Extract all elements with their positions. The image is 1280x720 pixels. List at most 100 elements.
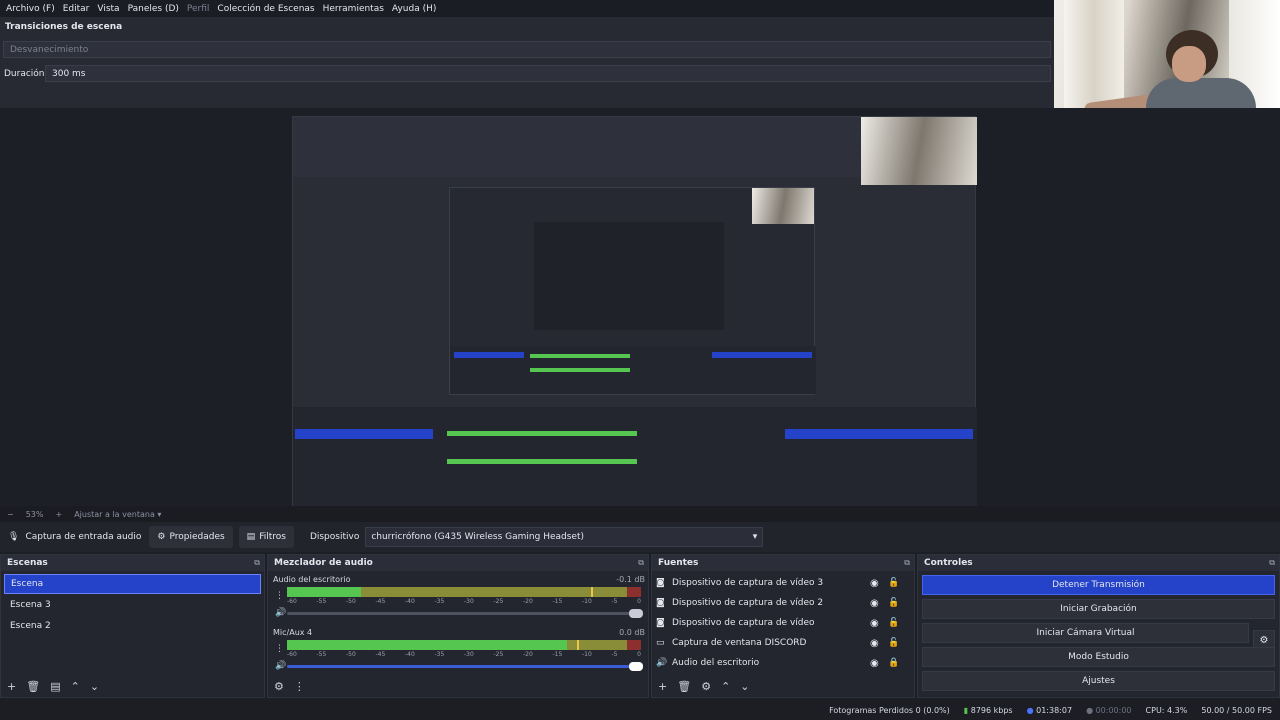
preview-canvas[interactable]: [0, 108, 1280, 508]
meter-tick-label: -15: [552, 651, 563, 658]
menu-view[interactable]: Vista: [93, 4, 123, 14]
stop-stream-button[interactable]: Detener Transmisión: [922, 575, 1275, 595]
more-icon[interactable]: ⋮: [275, 644, 284, 654]
chevron-up-icon[interactable]: ⌃: [71, 680, 80, 693]
lock-icon[interactable]: 🔓: [888, 618, 899, 628]
filter-icon: ▤: [246, 532, 256, 542]
menu-tools[interactable]: Herramientas: [319, 4, 388, 14]
scene-item-label: Escena: [11, 579, 44, 589]
chevron-down-icon[interactable]: ⌄: [90, 680, 99, 693]
undock-icon[interactable]: ⧉: [904, 558, 910, 568]
more-icon[interactable]: ⋮: [275, 591, 284, 601]
selected-source: 🎙 Captura de entrada audio: [0, 532, 149, 542]
start-recording-button[interactable]: Iniciar Grabación: [922, 599, 1275, 619]
scene-item[interactable]: Escena: [4, 574, 261, 594]
menu-help[interactable]: Ayuda (H): [388, 4, 440, 14]
meter-tick-label: -50: [346, 651, 356, 658]
lock-icon[interactable]: 🔓: [888, 578, 899, 588]
eye-icon[interactable]: ◉: [870, 638, 879, 649]
device-select[interactable]: churricrófono (G435 Wireless Gaming Head…: [365, 527, 764, 547]
undock-icon[interactable]: ⧉: [254, 558, 260, 568]
eye-icon[interactable]: ◉: [870, 658, 879, 669]
source-item[interactable]: ◙ Dispositivo de captura de vídeo ◉ 🔓: [652, 613, 914, 633]
live-icon: ●: [1026, 705, 1034, 715]
source-name: Audio del escritorio: [672, 658, 760, 668]
eye-icon[interactable]: ◉: [870, 598, 879, 609]
properties-label: Propiedades: [169, 532, 225, 542]
source-item[interactable]: ◙ Dispositivo de captura de vídeo 2 ◉ 🔓: [652, 593, 914, 613]
filters-label: Filtros: [259, 532, 286, 542]
meter-tick-label: -30: [464, 598, 474, 605]
properties-button[interactable]: ⚙ Propiedades: [149, 526, 233, 548]
meter-tick-label: -60: [287, 651, 297, 658]
add-icon[interactable]: +: [658, 680, 667, 693]
lock-icon[interactable]: 🔓: [888, 598, 899, 608]
controls-header: Controles ⧉: [918, 555, 1279, 571]
scene-item[interactable]: Escena 2: [4, 616, 261, 636]
menu-bar: Archivo (F) Editar Vista Paneles (D) Per…: [0, 0, 1054, 17]
meter-tick-label: 0: [637, 651, 641, 658]
menu-edit[interactable]: Editar: [59, 4, 94, 14]
mixer-toolbar: ⚙ ⋮: [268, 675, 648, 697]
source-item[interactable]: ▭ Captura de ventana DISCORD ◉ 🔓: [652, 633, 914, 653]
more-icon[interactable]: ⋮: [294, 680, 305, 693]
start-virtual-camera-button[interactable]: Iniciar Cámara Virtual: [922, 623, 1249, 643]
trash-icon[interactable]: 🗑: [677, 680, 691, 693]
scene-item-label: Escena 3: [10, 600, 51, 610]
menu-docks[interactable]: Paneles (D): [124, 4, 183, 14]
zoom-out-button[interactable]: −: [7, 510, 14, 519]
transition-select[interactable]: Desvanecimiento: [3, 41, 1051, 58]
trash-icon[interactable]: 🗑: [26, 680, 40, 693]
volume-slider[interactable]: [287, 609, 643, 618]
device-label: Dispositivo: [309, 532, 360, 542]
mixer-header: Mezclador de audio ⧉: [268, 555, 648, 571]
eye-icon[interactable]: ◉: [870, 578, 879, 589]
meter-tick-label: -50: [346, 598, 356, 605]
eye-icon[interactable]: ◉: [870, 618, 879, 629]
advanced-audio-icon[interactable]: ⚙: [274, 680, 284, 693]
duration-input[interactable]: 300 ms: [45, 65, 1051, 82]
chevron-up-icon[interactable]: ⌃: [721, 680, 730, 693]
scenes-toolbar: + 🗑 ▤ ⌃ ⌄: [1, 675, 264, 697]
scene-transitions-panel: Transiciones de escena Desvanecimiento D…: [0, 17, 1054, 108]
menu-scene-collection[interactable]: Colección de Escenas: [213, 4, 318, 14]
source-item[interactable]: 🔊 Audio del escritorio ◉ 🔒: [652, 653, 914, 673]
fit-window-select[interactable]: Ajustar a la ventana ▾: [74, 510, 161, 519]
gear-icon: ⚙: [157, 532, 166, 542]
device-value: churricrófono (G435 Wireless Gaming Head…: [371, 532, 585, 542]
scenes-dock: Escenas ⧉ Escena Escena 3 Escena 2 + 🗑 ▤…: [0, 554, 265, 698]
meter-tick-label: -10: [582, 651, 592, 658]
zoom-in-button[interactable]: +: [55, 510, 62, 519]
speaker-icon[interactable]: 🔊: [275, 608, 286, 618]
mixer-channel-mic: Mic/Aux 4 0.0 dB ⋮ -60 -55 -50 -45 -40 -35 -30…: [273, 628, 645, 678]
meter-tick-label: -45: [375, 651, 386, 658]
filter-icon[interactable]: ▤: [50, 680, 60, 693]
mixer-title: Mezclador de audio: [274, 558, 373, 568]
meter-ticks: -60 -55 -50 -45 -40 -35 -30 -25 -20 -15 -10 -5 0: [287, 598, 641, 606]
scene-item[interactable]: Escena 3: [4, 595, 261, 615]
undock-icon[interactable]: ⧉: [1269, 558, 1275, 568]
chevron-down-icon[interactable]: ⌄: [740, 680, 749, 693]
source-item[interactable]: ◙ Dispositivo de captura de vídeo 3 ◉ 🔓: [652, 573, 914, 593]
sources-toolbar: + 🗑 ⚙ ⌃ ⌄: [652, 675, 914, 697]
speaker-icon[interactable]: 🔊: [275, 661, 286, 671]
source-toolbar: 🎙 Captura de entrada audio ⚙ Propiedades…: [0, 522, 1280, 552]
lock-icon[interactable]: 🔒: [888, 658, 899, 668]
add-icon[interactable]: +: [7, 680, 16, 693]
undock-icon[interactable]: ⧉: [638, 558, 644, 568]
fps: 50.00 / 50.00 FPS: [1201, 705, 1272, 715]
sources-header: Fuentes ⧉: [652, 555, 914, 571]
studio-mode-button[interactable]: Modo Estudio: [922, 647, 1275, 667]
filters-button[interactable]: ▤ Filtros: [238, 526, 294, 548]
controls-dock: Controles ⧉ Detener Transmisión Iniciar …: [917, 554, 1280, 698]
meter-tick-label: -20: [523, 598, 533, 605]
lock-icon[interactable]: 🔓: [888, 638, 899, 648]
menu-file[interactable]: Archivo (F): [2, 4, 59, 14]
gear-icon[interactable]: ⚙: [701, 680, 711, 693]
settings-button[interactable]: Ajustes: [922, 671, 1275, 691]
volume-slider[interactable]: [287, 662, 643, 671]
menu-profile[interactable]: Perfil: [183, 4, 214, 14]
source-name: Captura de ventana DISCORD: [672, 638, 807, 648]
audio-mixer-dock: Mezclador de audio ⧉ Audio del escritori…: [267, 554, 649, 698]
meter-tick-label: -60: [287, 598, 297, 605]
